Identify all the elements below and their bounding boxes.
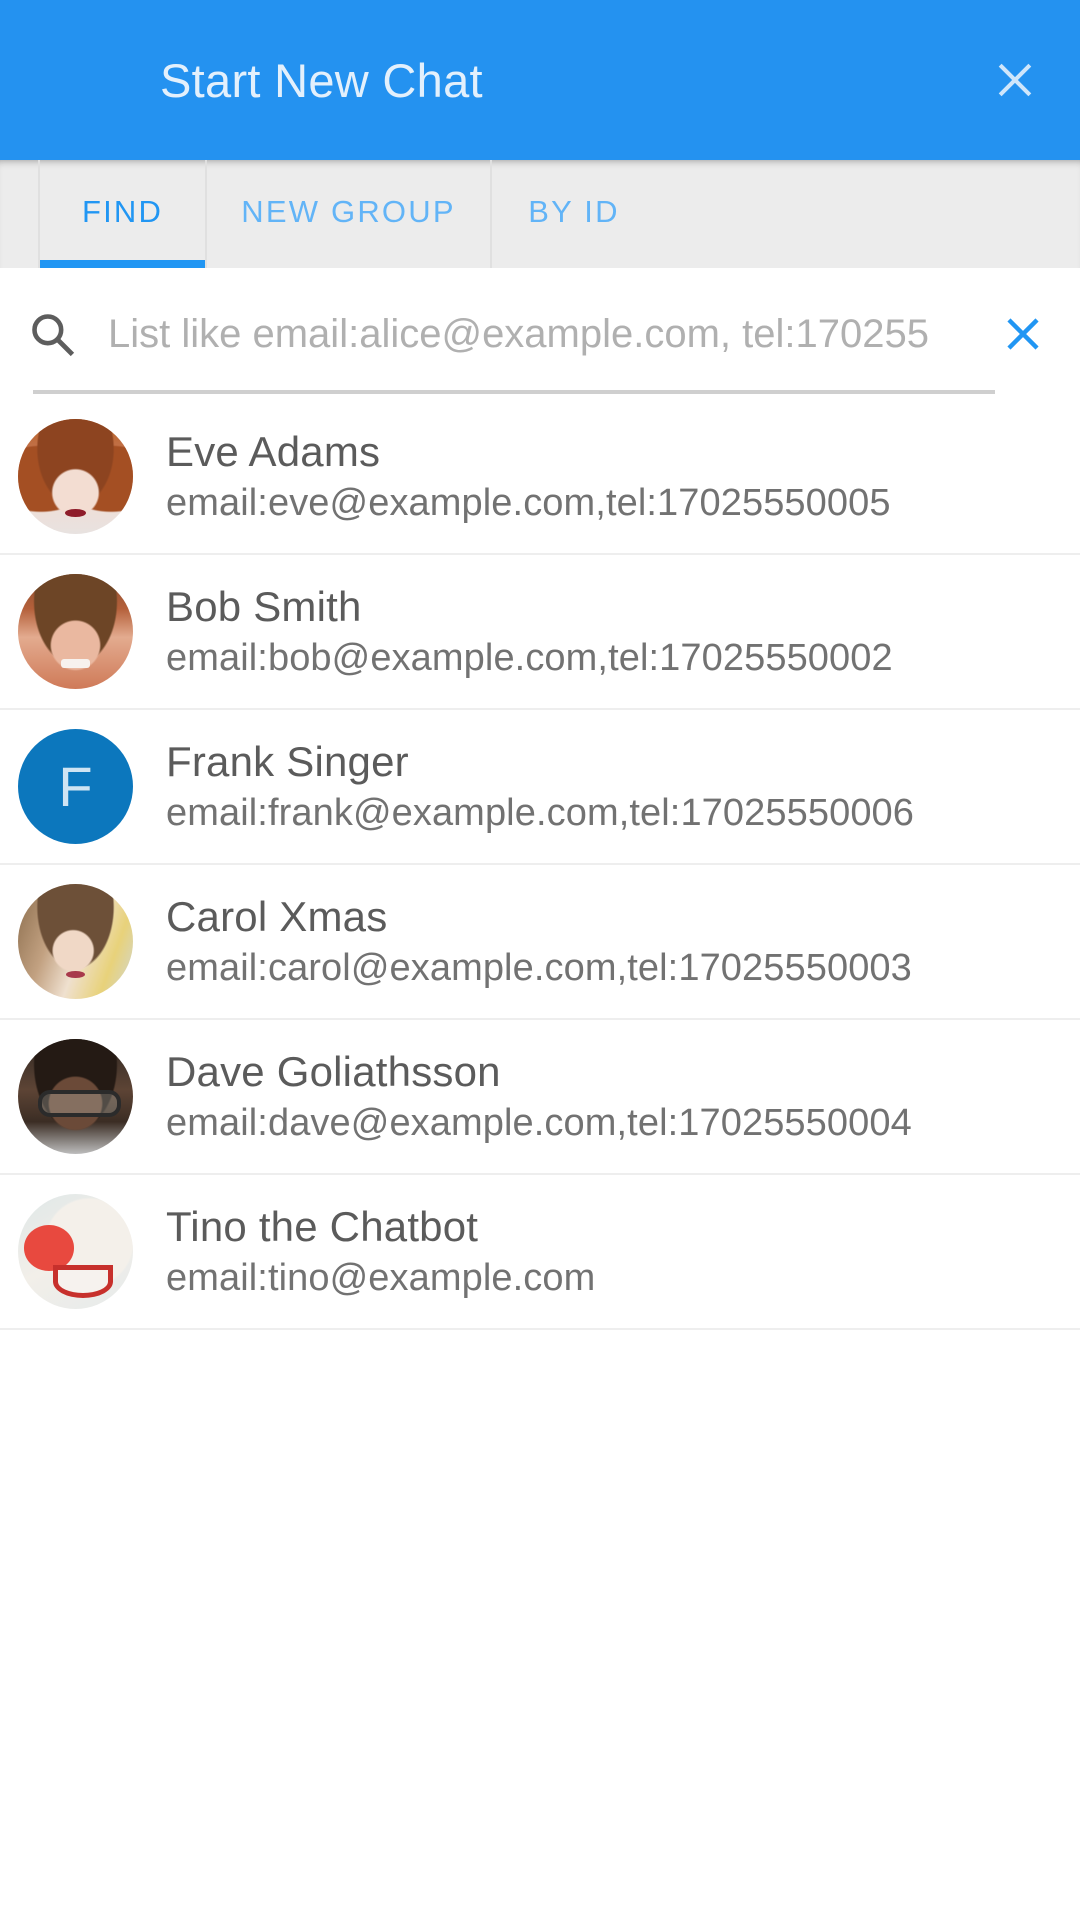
tab-find[interactable]: FIND (38, 160, 205, 268)
avatar (18, 1194, 133, 1309)
clear-search-button[interactable] (988, 299, 1058, 369)
close-icon (998, 63, 1032, 97)
avatar: F (18, 729, 133, 844)
contact-detail: email:frank@example.com,tel:17025550006 (166, 791, 915, 834)
contact-name: Eve Adams (166, 427, 381, 475)
avatar-initial: F (58, 754, 93, 818)
avatar (18, 574, 133, 689)
close-icon (1007, 318, 1039, 350)
contact-text: Eve Adams email:eve@example.com,tel:1702… (166, 427, 891, 525)
list-item[interactable]: Tino the Chatbot email:tino@example.com (0, 1175, 1080, 1330)
contact-text: Tino the Chatbot email:tino@example.com (166, 1202, 596, 1300)
tab-new-group[interactable]: NEW GROUP (205, 160, 490, 268)
contact-name: Dave Goliathsson (166, 1047, 501, 1095)
contact-detail: email:bob@example.com,tel:17025550002 (166, 636, 893, 679)
close-button[interactable] (978, 43, 1052, 117)
contact-text: Dave Goliathsson email:dave@example.com,… (166, 1047, 912, 1145)
list-item[interactable]: Carol Xmas email:carol@example.com,tel:1… (0, 865, 1080, 1020)
tab-bar-left-spacer (0, 160, 38, 268)
contact-text: Carol Xmas email:carol@example.com,tel:1… (166, 892, 912, 990)
tab-by-id[interactable]: BY ID (490, 160, 656, 268)
contact-name: Bob Smith (166, 582, 362, 630)
contact-name: Carol Xmas (166, 892, 388, 940)
contact-name: Tino the Chatbot (166, 1202, 479, 1250)
page-title: Start New Chat (160, 53, 483, 107)
contact-text: Bob Smith email:bob@example.com,tel:1702… (166, 582, 893, 680)
search-icon (32, 314, 75, 357)
list-item[interactable]: Eve Adams email:eve@example.com,tel:1702… (0, 400, 1080, 555)
contact-detail: email:dave@example.com,tel:17025550004 (166, 1101, 912, 1144)
tab-by-id-label: BY ID (528, 194, 620, 229)
contact-detail: email:eve@example.com,tel:17025550005 (166, 481, 891, 524)
tab-find-label: FIND (81, 194, 164, 229)
list-item[interactable]: Bob Smith email:bob@example.com,tel:1702… (0, 555, 1080, 710)
contact-list: Eve Adams email:eve@example.com,tel:1702… (0, 400, 1080, 1330)
avatar (18, 419, 133, 534)
search-input[interactable] (108, 304, 976, 364)
avatar (18, 1039, 133, 1154)
list-item[interactable]: F Frank Singer email:frank@example.com,t… (0, 710, 1080, 865)
dialog-header: Start New Chat (0, 0, 1080, 160)
contact-detail: email:carol@example.com,tel:17025550003 (166, 946, 912, 989)
tab-bar-right-spacer (656, 160, 1080, 268)
contact-detail: email:tino@example.com (166, 1256, 596, 1299)
contact-name: Frank Singer (166, 737, 409, 785)
contact-text: Frank Singer email:frank@example.com,tel… (166, 737, 915, 835)
list-item[interactable]: Dave Goliathsson email:dave@example.com,… (0, 1020, 1080, 1175)
search-icon-wrap (26, 308, 78, 360)
search-area (0, 268, 1080, 400)
tab-new-group-label: NEW GROUP (241, 194, 456, 229)
avatar (18, 884, 133, 999)
search-underline (33, 390, 995, 394)
tab-bar: FIND NEW GROUP BY ID (0, 160, 1080, 268)
